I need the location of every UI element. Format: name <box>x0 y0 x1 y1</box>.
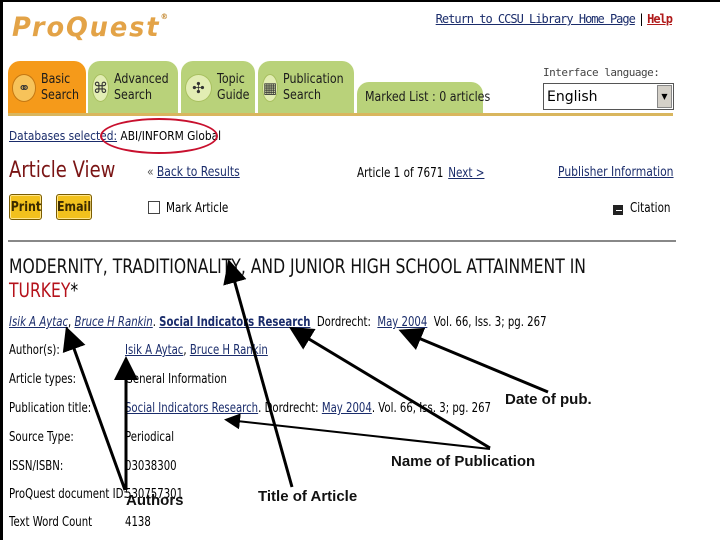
help-link[interactable]: Help <box>647 12 673 26</box>
tab-marked-list[interactable]: Marked List : 0 articles <box>357 82 490 114</box>
author-link[interactable]: Isik A Aytac <box>125 343 183 358</box>
article-title-line2: TURKEY* <box>9 279 78 302</box>
citation-icon[interactable] <box>613 205 623 215</box>
tab-label: Search <box>41 87 80 103</box>
tab-label: Topic <box>216 71 245 87</box>
glasses-icon: ⚭ <box>12 73 37 102</box>
article-count-text: Article 1 of 7671 <box>357 166 444 181</box>
highlight-oval <box>100 118 218 154</box>
publication-date-link[interactable]: May 2004 <box>322 401 372 416</box>
issn-value: 03038300 <box>125 459 177 474</box>
publication-place: Dordrecht: <box>316 315 371 330</box>
volume-info: . Vol. 66, Iss. 3; pg. 267 <box>371 401 492 416</box>
tab-advanced-search[interactable]: ⌘ Advanced Search <box>88 61 178 114</box>
publication-date-link[interactable]: May 2004 <box>377 315 427 330</box>
publisher-information-link[interactable]: Publisher Information <box>558 164 674 180</box>
language-label: Interface language: <box>543 66 660 79</box>
article-count: Article 1 of 7671 Next > <box>357 166 484 181</box>
back-to-results[interactable]: «Back to Results <box>147 164 240 180</box>
dropdown-arrow-icon[interactable]: ▼ <box>657 85 672 108</box>
author-link[interactable]: Bruce H Rankin <box>190 343 268 358</box>
knot-icon: ⌘ <box>92 73 109 102</box>
document-id-label: ProQuest document ID: <box>9 487 127 502</box>
logo-text: ProQuest <box>12 12 161 43</box>
authors-value: Isik A Aytac, Bruce H Rankin <box>125 343 268 358</box>
authors-label: Author(s): <box>9 343 60 358</box>
word-count-value: 4138 <box>125 515 151 530</box>
double-chevron-left-icon: « <box>147 164 154 180</box>
annotation-title-of-article: Title of Article <box>258 488 358 505</box>
annotation-date-of-pub: Date of pub. <box>505 391 592 408</box>
annotation-name-of-publication: Name of Publication <box>391 453 536 470</box>
tab-underline <box>8 113 673 116</box>
journal-link[interactable]: Social Indicators Research <box>159 315 310 330</box>
tab-basic-search[interactable]: ⚭ Basic Search <box>8 61 86 114</box>
back-to-results-link[interactable]: Back to Results <box>157 164 240 180</box>
tab-label: Advanced <box>114 71 169 87</box>
author-link[interactable]: Isik A Aytac <box>9 315 68 330</box>
print-button[interactable]: Print <box>9 194 42 220</box>
annotation-authors: Authors <box>126 492 184 509</box>
title-asterisk: * <box>70 279 79 302</box>
source-type-label: Source Type: <box>9 430 74 445</box>
email-button[interactable]: Email <box>56 194 92 220</box>
author-link[interactable]: Bruce H Rankin <box>74 315 152 330</box>
word-count-label: Text Word Count <box>9 515 93 530</box>
publication-title-value: Social Indicators Research. Dordrecht: M… <box>125 401 491 416</box>
page-title: Article View <box>9 158 116 183</box>
publication-title-link[interactable]: Social Indicators Research <box>125 401 258 416</box>
article-types-value: General Information <box>125 372 227 387</box>
tab-label: Publication <box>283 71 344 87</box>
publication-place: . Dordrecht: <box>258 401 319 416</box>
article-types-label: Article types: <box>9 372 77 387</box>
article-title: MODERNITY, TRADITIONALITY, AND JUNIOR HI… <box>9 255 586 278</box>
language-select[interactable]: English ▼ <box>543 83 674 110</box>
print-label: Print <box>10 199 41 215</box>
source-type-value: Periodical <box>125 430 175 445</box>
tab-label: Search <box>114 87 152 103</box>
tab-label: Search <box>283 87 322 103</box>
publication-title-label: Publication title: <box>9 401 92 416</box>
box-icon: ▦ <box>262 73 279 102</box>
volume-info: Vol. 66, Iss. 3; pg. 267 <box>433 315 547 330</box>
email-label: Email <box>56 199 92 215</box>
tab-publication-search[interactable]: ▦ Publication Search <box>258 61 354 114</box>
link-separator: | <box>637 12 645 26</box>
registered-mark: ® <box>160 12 170 21</box>
compass-icon: ✣ <box>185 73 212 102</box>
tab-topic-guide[interactable]: ✣ Topic Guide <box>181 61 255 114</box>
language-selected: English <box>547 88 598 105</box>
citation-label[interactable]: Citation <box>630 201 671 216</box>
return-home-link[interactable]: Return to CCSU Library Home Page <box>436 12 636 26</box>
mark-article-label: Mark Article <box>166 201 229 216</box>
top-links: Return to CCSU Library Home Page | Help <box>436 12 673 26</box>
mark-article-checkbox[interactable] <box>148 201 160 214</box>
divider <box>8 240 676 242</box>
next-link[interactable]: Next > <box>448 166 484 181</box>
marked-list-label: Marked List : 0 articles <box>365 90 491 105</box>
byline: Isik A Aytac, Bruce H Rankin. Social Ind… <box>9 315 547 330</box>
tab-label: Guide <box>216 87 250 103</box>
proquest-logo[interactable]: ProQuest® <box>12 12 170 43</box>
article-title-country: TURKEY <box>9 279 71 302</box>
issn-label: ISSN/ISBN: <box>9 459 64 474</box>
tab-label: Basic <box>41 71 71 87</box>
